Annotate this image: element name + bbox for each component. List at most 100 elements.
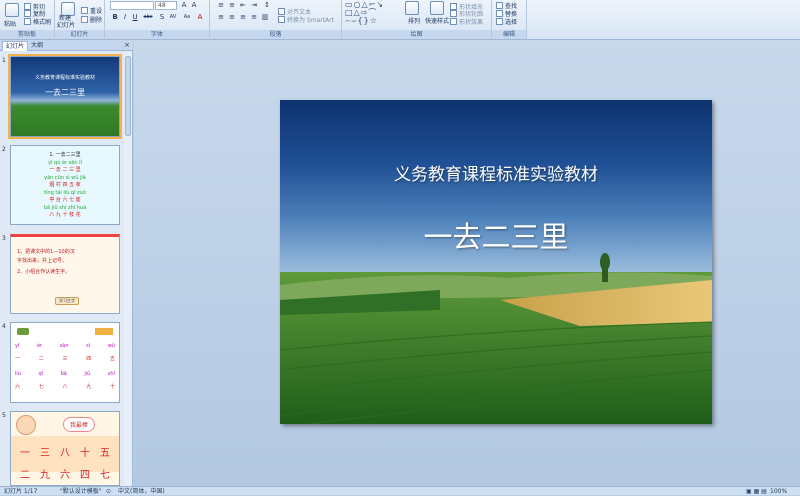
hanzi-row: 二九六四七 [20, 470, 110, 481]
hanzi-row: 一三八十五 [20, 448, 110, 459]
editing-group: 查找 替换 选择 编辑 [492, 0, 527, 40]
paragraph-group: ≡ ≡ ⇤ ⇥ ↕ ≡ ≡ ≡ ≡ ▥ 对齐文本 转换为 SmartArt 段落 [210, 0, 342, 40]
increase-indent-icon[interactable]: ⇥ [249, 1, 259, 10]
align-center-icon[interactable]: ≡ [227, 13, 237, 22]
group-title-slides: 幻灯片 [55, 30, 104, 39]
change-case-button[interactable]: Aa [181, 13, 193, 22]
slide-thumbnail-4[interactable]: yī èr sān sì wǔ 一二三四五 liù qī bā jiǔ shí 六七八九十 [10, 322, 120, 403]
thumb-line: 烟 村 四 五 家 [49, 182, 81, 188]
font-size-box[interactable]: 48 [155, 1, 177, 10]
slide-thumbnail-3[interactable]: 1、把课文中的1—10的汉 字找出来，并上记号。 2、小组合作认读生字。 学习生… [10, 234, 120, 314]
slide-number: 2 [2, 146, 6, 153]
hanzi-row: 一二三四五 [15, 356, 115, 362]
reset-icon [81, 7, 88, 14]
thumb-line: 2、小组合作认读生字。 [17, 269, 71, 275]
current-slide[interactable]: 义务教育课程标准实验教材 一去二三里 [280, 100, 712, 424]
slide-thumbnail-2[interactable]: 1. 一去二三里 yī qù èr sān lǐ 一 去 二 三 里 yān c… [10, 145, 120, 225]
arrange-icon[interactable] [405, 1, 419, 15]
outline-icon [450, 10, 457, 17]
thumb-line: 一 去 二 三 里 [49, 167, 81, 173]
shape-effects-button[interactable]: 形状效果 [450, 17, 483, 26]
spacing-button[interactable]: AV [167, 13, 179, 22]
paste-button[interactable]: 粘贴 [4, 19, 16, 28]
group-title-font: 字体 [105, 30, 209, 39]
select-button[interactable]: 选择 [496, 17, 517, 26]
shapes-gallery[interactable]: ▭○△⌐↘ □△⇨⌒ ⌢⌣{}☆ [345, 1, 400, 25]
slides-group: 新建 幻灯片 重设 删除 幻灯片 [55, 0, 105, 40]
scrollbar-thumb[interactable] [125, 56, 131, 136]
new-slide-label[interactable]: 幻灯片 [57, 20, 75, 29]
slide-thumbnail-5[interactable]: 我最棒 一三八十五 二九六四七 [10, 411, 120, 486]
font-color-button[interactable]: A [195, 13, 205, 22]
quick-styles-button[interactable]: 快速样式 [425, 16, 449, 25]
bold-button[interactable]: B [110, 13, 120, 22]
clipboard-group: 粘贴 剪切 复制 格式刷 剪贴板 [0, 0, 55, 40]
slides-pane: 幻灯片 大纲 × 1 义务教育课程标准实验教材 一去二三里 2 1. 一去二三里… [0, 40, 133, 486]
align-text-icon [278, 8, 285, 15]
label-tag-icon [95, 328, 113, 335]
strikethrough-button[interactable]: abc [141, 13, 155, 22]
group-title-clipboard: 剪贴板 [0, 30, 54, 39]
group-title-paragraph: 段落 [210, 30, 341, 39]
find-icon [496, 2, 503, 9]
thumb-line: 字找出来，并上记号。 [17, 258, 68, 264]
grow-font-icon[interactable]: A [179, 1, 189, 10]
underline-button[interactable]: U [130, 13, 140, 22]
delete-icon [81, 16, 88, 23]
copy-icon [24, 10, 31, 17]
reset-button[interactable]: 重设 [81, 6, 102, 15]
thumbnail-scrollbar[interactable] [124, 52, 132, 486]
slide-thumbnail-1[interactable]: 义务教育课程标准实验教材 一去二三里 [8, 54, 122, 139]
pinyin-row: yī èr sān sì wǔ [15, 343, 115, 349]
thumb-line: 1、把课文中的1—10的汉 [17, 249, 75, 255]
thumb-line: yī qù èr sān lǐ [48, 160, 82, 166]
format-painter-button[interactable]: 格式刷 [24, 17, 51, 26]
align-right-icon[interactable]: ≡ [238, 13, 248, 22]
ribbon: 粘贴 剪切 复制 格式刷 剪贴板 新建 幻灯片 重设 删除 幻灯片 48 A A… [0, 0, 800, 40]
close-icon[interactable]: × [124, 40, 130, 51]
thumb-title: 一去二三里 [45, 88, 85, 97]
delete-button[interactable]: 删除 [81, 15, 102, 24]
line-spacing-icon[interactable]: ↕ [262, 1, 272, 10]
select-icon [496, 18, 503, 25]
numbering-icon[interactable]: ≡ [227, 1, 237, 10]
smartart-icon [278, 16, 285, 23]
speaker-icon [17, 328, 29, 335]
thumb-button: 学习生字 [55, 297, 79, 305]
slide-number: 1 [2, 57, 6, 64]
thumb-line: bā jiǔ shí zhī huā [43, 205, 87, 211]
columns-icon[interactable]: ▥ [260, 13, 270, 22]
slide-title[interactable]: 一去二三里 [280, 214, 712, 256]
arrange-button[interactable]: 排列 [408, 16, 420, 25]
bullets-icon[interactable]: ≡ [216, 1, 226, 10]
align-left-icon[interactable]: ≡ [216, 13, 226, 22]
hanzi-row: 六七八九十 [15, 384, 115, 390]
italic-button[interactable]: I [120, 13, 130, 22]
status-bar: 幻灯片 1/17 "默认设计模板" ⊙ 中文(简体，中国) ▣ ▦ ▤ 100% [0, 486, 800, 495]
pinyin-row: liù qī bā jiǔ shí [15, 371, 115, 377]
decrease-indent-icon[interactable]: ⇤ [238, 1, 248, 10]
shrink-font-icon[interactable]: A [189, 1, 199, 10]
brush-icon [24, 18, 31, 25]
thumb-line: 1. 一去二三里 [49, 152, 81, 158]
slide-subtitle[interactable]: 义务教育课程标准实验教材 [280, 160, 712, 185]
thumb-line: yān cūn sì wǔ jiā [44, 175, 86, 181]
tab-slides[interactable]: 幻灯片 [2, 41, 29, 51]
shadow-button[interactable]: S [157, 13, 167, 22]
font-group: 48 A A B I U abc S AV Aa A 字体 [105, 0, 210, 40]
thumb-subtitle: 义务教育课程标准实验教材 [34, 75, 95, 81]
convert-smartart-button[interactable]: 转换为 SmartArt [278, 15, 334, 24]
paste-icon[interactable] [5, 3, 19, 17]
slide-number: 3 [2, 235, 6, 242]
effects-icon [450, 18, 457, 25]
quick-styles-icon[interactable] [430, 1, 444, 15]
drawing-group: ▭○△⌐↘ □△⇨⌒ ⌢⌣{}☆ 排列 快速样式 形状填充 形状轮廓 形状效果 绘图 [342, 0, 492, 40]
slide-canvas: 义务教育课程标准实验教材 一去二三里 [134, 40, 800, 486]
group-title-drawing: 绘图 [342, 30, 491, 39]
font-name-box[interactable] [110, 1, 154, 10]
field-landscape [280, 253, 712, 424]
thumb-line: 亭 台 六 七 座 [49, 197, 81, 203]
slide-number: 4 [2, 323, 6, 330]
tab-outline[interactable]: 大纲 [28, 41, 46, 51]
justify-icon[interactable]: ≡ [249, 13, 259, 22]
